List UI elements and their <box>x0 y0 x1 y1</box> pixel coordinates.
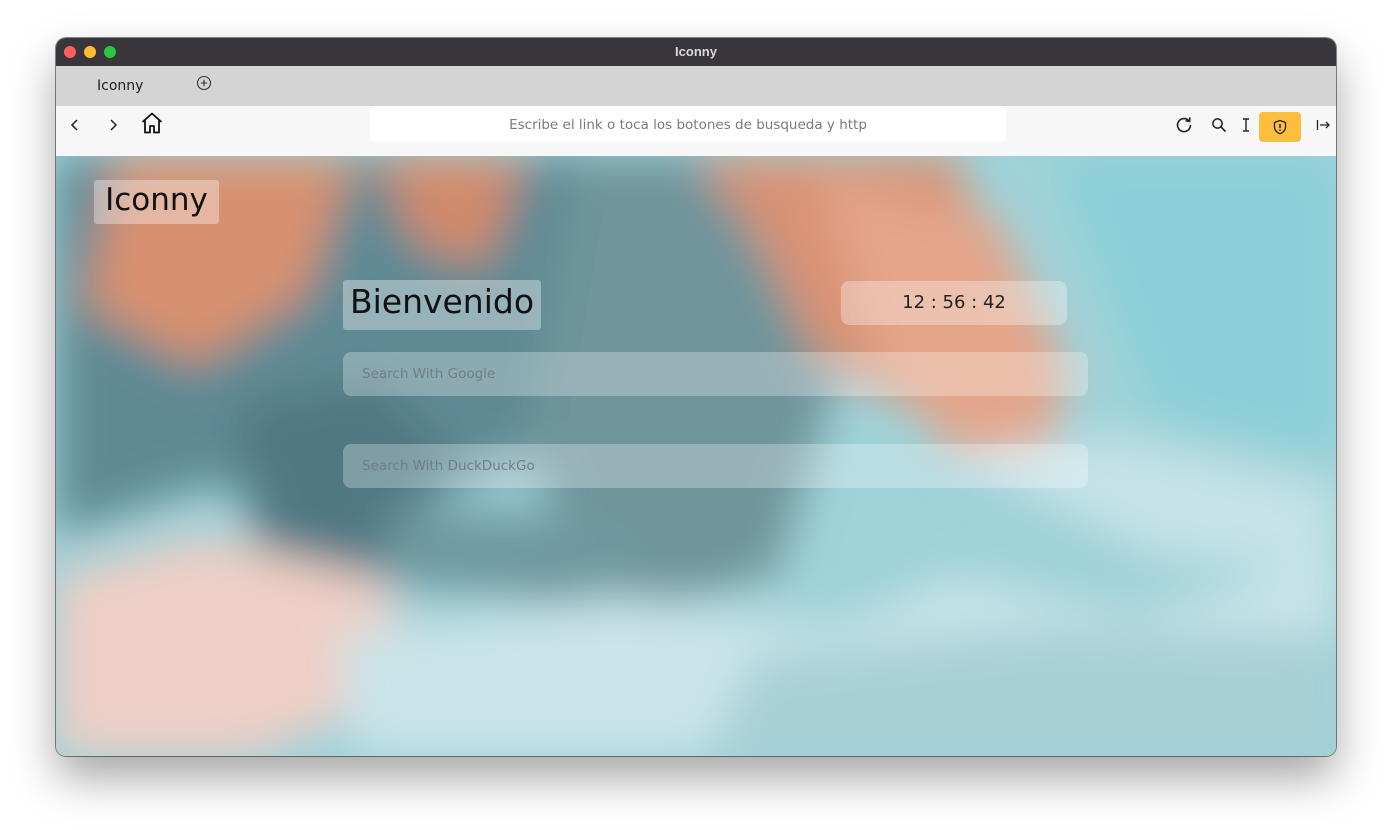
duckduckgo-search-input[interactable] <box>343 444 1088 488</box>
http-button[interactable] <box>1232 111 1260 139</box>
new-tab-button[interactable] <box>196 75 212 91</box>
tab-bar: Iconny <box>56 66 1336 106</box>
title-bar: Iconny <box>56 38 1336 66</box>
minimize-window-button[interactable] <box>84 46 96 58</box>
shield-button[interactable] <box>1259 112 1301 142</box>
window-title: Iconny <box>675 44 717 59</box>
welcome-heading: Bienvenido <box>343 280 541 330</box>
back-button[interactable] <box>61 111 89 139</box>
reload-icon <box>1176 117 1192 133</box>
search-icon <box>1212 118 1227 133</box>
forward-icon <box>110 119 118 131</box>
zoom-window-button[interactable] <box>104 46 116 58</box>
search-button[interactable] <box>1205 111 1233 139</box>
tab-iconny[interactable]: Iconny <box>97 78 143 94</box>
reload-button[interactable] <box>1170 111 1198 139</box>
home-icon <box>141 112 163 134</box>
clock-display: 12 : 56 : 42 <box>841 281 1067 325</box>
forward-button[interactable] <box>99 111 127 139</box>
google-search-input[interactable] <box>343 352 1088 396</box>
exit-icon <box>1316 120 1330 130</box>
back-icon <box>70 119 78 131</box>
exit-button[interactable] <box>1309 111 1336 139</box>
text-cursor-icon <box>1243 118 1249 132</box>
home-button[interactable] <box>138 109 166 137</box>
shield-icon <box>1273 119 1287 135</box>
navigation-toolbar: Escribe el link o toca los botones de bu… <box>56 106 1336 156</box>
close-window-button[interactable] <box>64 46 76 58</box>
plus-circle-icon <box>196 75 212 91</box>
url-bar[interactable]: Escribe el link o toca los botones de bu… <box>370 106 1006 142</box>
browser-window: Iconny Iconny Escribe el link o toca los… <box>56 38 1336 756</box>
site-logo: Iconny <box>94 180 219 224</box>
new-tab-page: Iconny Bienvenido 12 : 56 : 42 <box>56 156 1336 756</box>
